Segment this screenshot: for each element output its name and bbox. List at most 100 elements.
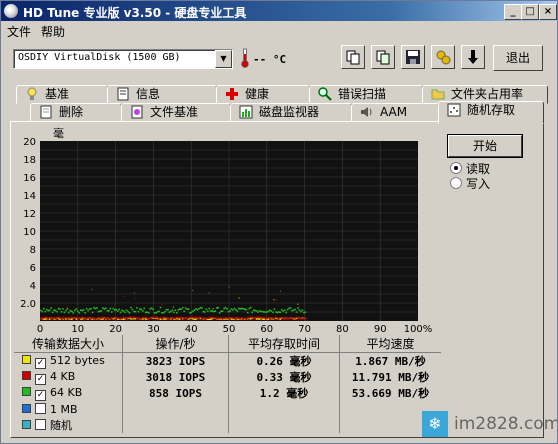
data-point (56, 317, 58, 320)
data-point (82, 309, 85, 311)
start-button[interactable]: 开始 (447, 134, 523, 158)
data-point (199, 306, 202, 309)
copy-text-button[interactable] (371, 45, 395, 69)
data-point (109, 317, 112, 320)
series-checkbox[interactable]: ✓ (35, 373, 46, 385)
data-point-outlier (192, 289, 194, 291)
tab-benchmark[interactable]: 基准 (16, 85, 108, 104)
menu-help[interactable]: 帮助 (41, 23, 65, 40)
data-point (144, 311, 147, 314)
size-cell: ✓ 512 bytes (14, 353, 123, 370)
data-point (71, 318, 73, 320)
data-point (121, 309, 123, 312)
data-point (118, 317, 120, 320)
drive-select[interactable]: OSDIY VirtualDisk (1500 GB) ▼ (13, 49, 233, 69)
data-point (201, 317, 203, 320)
data-point (195, 316, 197, 319)
data-point (159, 306, 162, 309)
data-point (193, 317, 196, 319)
data-point (258, 310, 261, 312)
tab-error-scan[interactable]: 错误扫描 (309, 85, 423, 104)
random-access-icon (447, 103, 461, 117)
tab-health[interactable]: 健康 (216, 85, 310, 104)
data-point (97, 316, 100, 319)
data-point (146, 317, 149, 320)
data-point (187, 308, 190, 310)
data-point (291, 317, 293, 319)
options-button[interactable] (431, 45, 455, 69)
minimize-button[interactable]: _ (504, 4, 522, 20)
tab-aam[interactable]: AAM (351, 103, 439, 122)
data-point (50, 317, 52, 320)
data-point (275, 316, 277, 319)
data-point (288, 307, 290, 310)
x-tick-label: 10 (71, 324, 84, 333)
data-point (276, 311, 279, 314)
data-point (103, 317, 106, 320)
data-point (75, 316, 78, 319)
gear-icon (436, 50, 451, 65)
copy-info-button[interactable] (341, 45, 365, 69)
data-point (144, 318, 147, 320)
series-checkbox[interactable]: ✓ (35, 389, 46, 401)
data-point (66, 317, 69, 320)
data-point (48, 318, 51, 320)
x-tick-label: 50 (223, 324, 236, 333)
data-point (175, 311, 178, 314)
data-point (96, 317, 98, 320)
data-point (204, 311, 206, 313)
speed-cell: 53.669 MB/秒 (339, 385, 441, 401)
data-point (180, 308, 183, 310)
write-radio[interactable]: 写入 (450, 175, 490, 192)
clipboard-icon (376, 50, 390, 65)
data-point (57, 316, 60, 319)
tab-random-access[interactable]: 随机存取 (438, 101, 544, 124)
tab-erase[interactable]: 删除 (30, 103, 122, 122)
data-point (96, 307, 98, 309)
data-point (140, 308, 143, 311)
data-point (79, 309, 82, 312)
data-point (187, 317, 190, 320)
write-radio-dot[interactable] (450, 177, 462, 189)
data-point (275, 311, 277, 313)
data-point-outlier (208, 292, 210, 294)
tab-info[interactable]: 信息 (107, 85, 217, 104)
data-point (304, 311, 307, 314)
data-point (280, 308, 283, 311)
series-checkbox[interactable] (35, 402, 46, 414)
exit-button[interactable]: 退出 (493, 45, 543, 71)
menu-file[interactable]: 文件 (7, 23, 31, 40)
data-point (192, 316, 194, 319)
data-point (214, 310, 217, 313)
data-point (76, 310, 79, 312)
data-point (201, 307, 203, 309)
download-button[interactable] (461, 45, 485, 69)
maximize-button[interactable]: □ (521, 4, 539, 20)
data-point (205, 317, 208, 320)
read-radio-dot[interactable] (450, 162, 462, 174)
magnifier-icon (318, 87, 332, 101)
save-button[interactable] (401, 45, 425, 69)
series-checkbox[interactable] (35, 419, 46, 430)
data-point (69, 317, 72, 320)
ops-cell: 3018 IOPS (122, 369, 229, 385)
close-button[interactable]: × (539, 4, 557, 20)
title-bar[interactable]: HD Tune 专业版 v3.50 - 硬盘专业工具 _ □ × (1, 1, 557, 21)
data-point (297, 317, 299, 320)
data-point (212, 317, 215, 319)
data-point (167, 317, 169, 320)
data-point (251, 316, 253, 319)
data-point (270, 317, 273, 319)
save-icon (406, 50, 420, 64)
bar-chart-icon (239, 105, 253, 119)
data-point (122, 318, 125, 320)
chevron-down-icon[interactable]: ▼ (215, 50, 232, 68)
data-point (229, 310, 231, 312)
tab-file-benchmark[interactable]: 文件基准 (121, 103, 231, 122)
series-checkbox[interactable]: ✓ (35, 357, 46, 369)
data-point (242, 317, 245, 320)
data-point (208, 317, 211, 320)
data-point (235, 317, 237, 320)
tab-label: 随机存取 (467, 103, 516, 117)
tab-disk-monitor[interactable]: 磁盘监视器 (230, 103, 352, 122)
